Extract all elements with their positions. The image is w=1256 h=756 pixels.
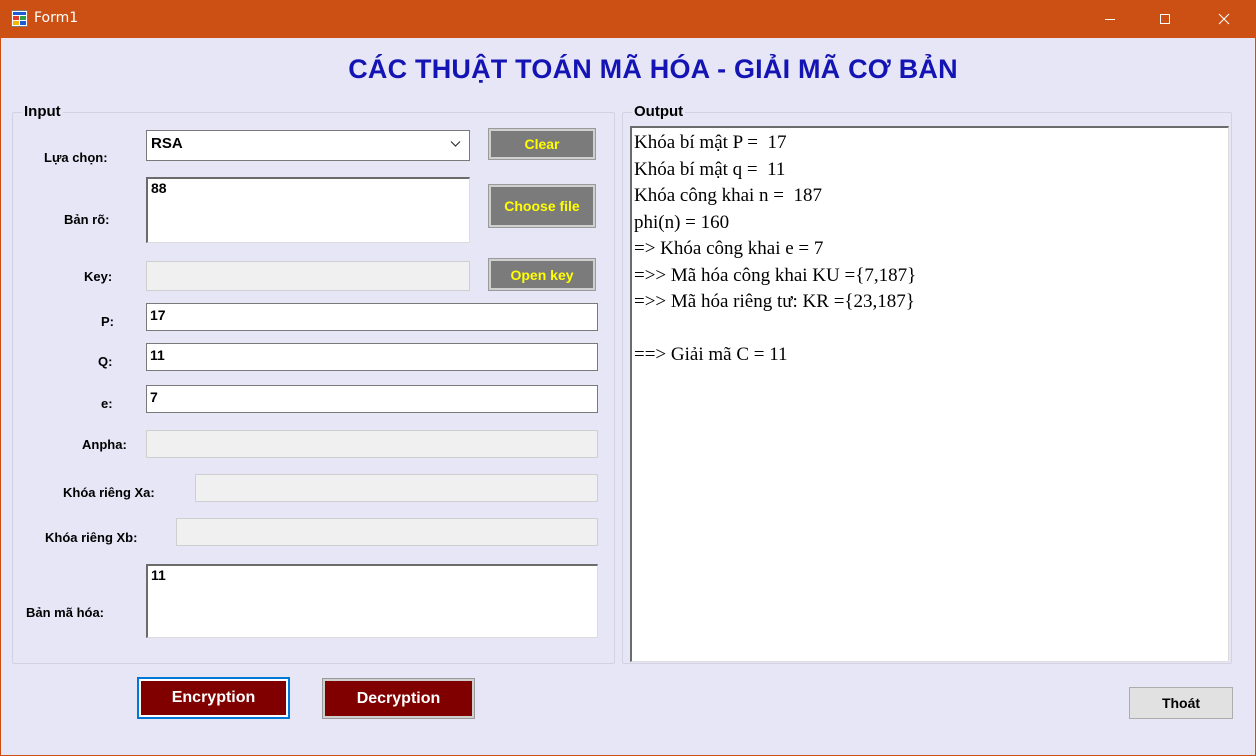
output-line: =>> Mã hóa công khai KU ={7,187} (634, 264, 917, 286)
output-line: ==> Giải mã C = 11 (634, 344, 788, 365)
exit-button[interactable]: Thoát (1129, 687, 1233, 719)
e-label: e: (101, 396, 113, 411)
open-key-button[interactable]: Open key (488, 258, 596, 291)
clear-button[interactable]: Clear (488, 128, 596, 160)
p-input[interactable]: 17 (146, 303, 598, 331)
chevron-down-icon (450, 141, 461, 147)
p-label: P: (101, 314, 114, 329)
choose-file-button[interactable]: Choose file (488, 184, 596, 228)
close-button[interactable] (1194, 0, 1254, 38)
private-key-xb-label: Khóa riêng Xb: (45, 530, 138, 545)
input-group-label: Input (22, 103, 63, 120)
winforms-app-icon (11, 10, 28, 27)
output-line: Khóa công khai n = 187 (634, 185, 823, 206)
ciphertext-textarea[interactable]: 11 (146, 564, 598, 638)
maximize-icon (1160, 14, 1170, 24)
minimize-icon (1105, 19, 1115, 20)
output-line: => Khóa công khai e = 7 (634, 238, 824, 259)
output-line: =>> Mã hóa riêng tư: KR ={23,187} (634, 291, 915, 312)
output-line: phi(n) = 160 (634, 211, 730, 233)
q-label: Q: (98, 354, 113, 369)
algorithm-label: Lựa chọn: (44, 150, 108, 165)
decryption-button[interactable]: Decryption (322, 678, 475, 719)
key-field[interactable] (146, 261, 470, 291)
q-input[interactable]: 11 (146, 343, 598, 371)
window-title: Form1 (34, 10, 79, 26)
anpha-label: Anpha: (82, 437, 127, 452)
private-key-xa-label: Khóa riêng Xa: (63, 485, 155, 500)
key-label: Key: (84, 269, 113, 284)
e-input[interactable]: 7 (146, 385, 598, 413)
algorithm-select[interactable]: RSA (146, 130, 470, 161)
ciphertext-label: Bản mã hóa: (26, 605, 105, 620)
output-line: Khóa bí mật q = 11 (634, 158, 786, 180)
anpha-field[interactable] (146, 430, 598, 458)
plaintext-textarea[interactable]: 88 (146, 177, 470, 243)
window-titlebar[interactable]: Form1 (0, 0, 1256, 38)
output-group-label: Output (632, 103, 686, 120)
close-icon (1218, 13, 1230, 25)
page-title: CÁC THUẬT TOÁN MÃ HÓA - GIẢI MÃ CƠ BẢN (348, 54, 958, 84)
private-key-xb-field[interactable] (176, 518, 598, 546)
encryption-button[interactable]: Encryption (137, 677, 290, 719)
plaintext-label: Bản rõ: (64, 212, 110, 227)
algorithm-select-value: RSA (151, 135, 183, 152)
output-textarea[interactable]: Khóa bí mật P = 17 Khóa bí mật q = 11 Khóa… (630, 126, 1229, 662)
minimize-button[interactable] (1080, 0, 1140, 38)
maximize-button[interactable] (1135, 0, 1195, 38)
private-key-xa-field[interactable] (195, 474, 598, 502)
output-line: Khóa bí mật P = 17 (634, 132, 787, 153)
